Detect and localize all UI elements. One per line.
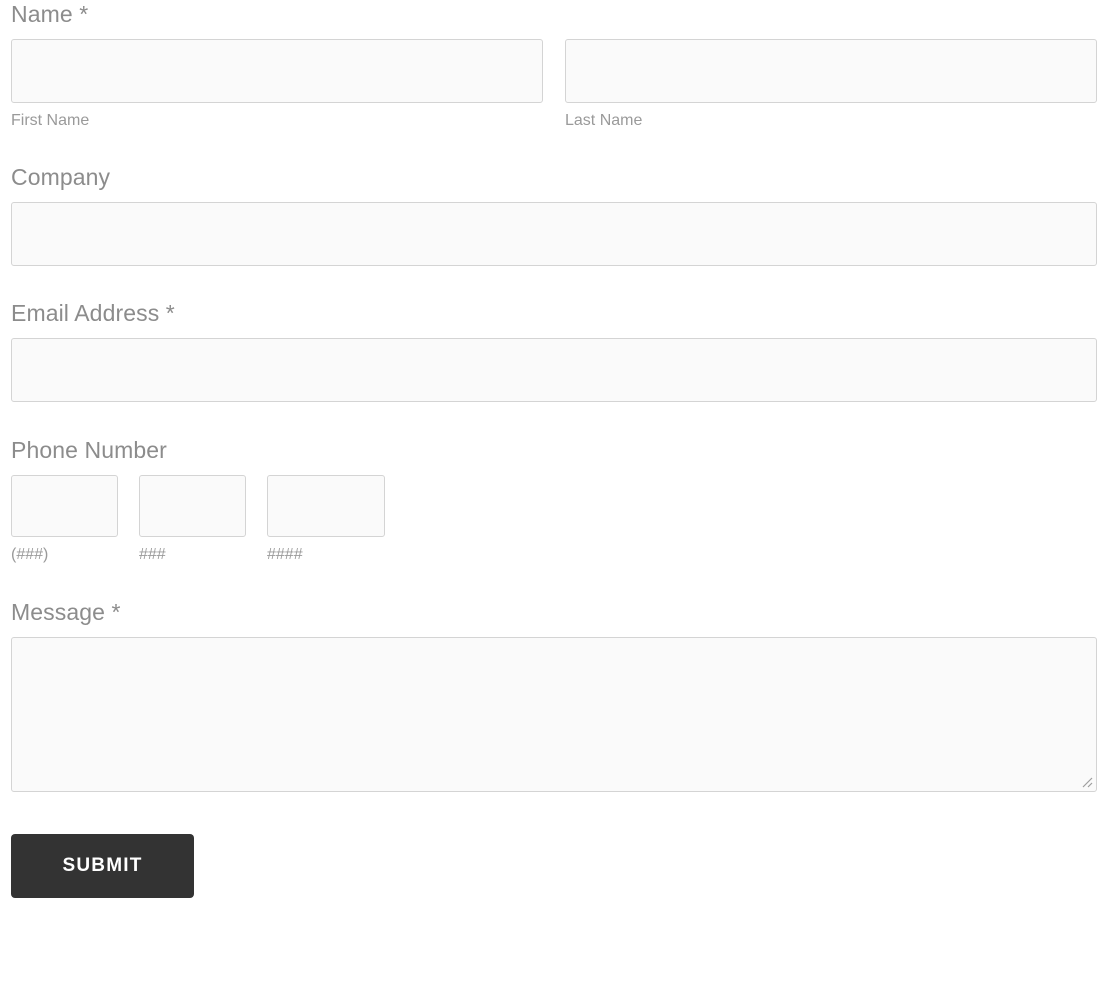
contact-form: Name * First Name Last Name Company Emai… xyxy=(0,0,1108,990)
phone-area-code-cell: (###) xyxy=(11,475,118,565)
message-textarea[interactable] xyxy=(11,637,1097,792)
email-cell xyxy=(11,338,1097,402)
phone-row: (###) ### #### xyxy=(11,475,1097,565)
name-row: First Name Last Name xyxy=(11,39,1097,131)
phone-prefix-cell: ### xyxy=(139,475,246,565)
field-group-company: Company xyxy=(11,163,1097,266)
field-group-name: Name * First Name Last Name xyxy=(11,0,1097,131)
phone-line-number-cell: #### xyxy=(267,475,385,565)
last-name-sub-label: Last Name xyxy=(565,112,643,129)
phone-line-number-sub-label: #### xyxy=(267,546,303,563)
message-textarea-wrap xyxy=(11,637,1097,792)
phone-prefix-input[interactable] xyxy=(139,475,246,537)
submit-wrap: Submit xyxy=(11,834,1097,898)
last-name-input[interactable] xyxy=(565,39,1097,103)
phone-area-code-input[interactable] xyxy=(11,475,118,537)
message-label: Message * xyxy=(11,599,121,625)
field-group-email: Email Address * xyxy=(11,299,1097,402)
company-row xyxy=(11,202,1097,266)
email-label: Email Address * xyxy=(11,300,175,326)
field-group-message: Message * xyxy=(11,598,1097,792)
field-group-phone: Phone Number (###) ### #### xyxy=(11,436,1097,565)
submit-button[interactable]: Submit xyxy=(11,834,194,898)
phone-area-code-sub-label: (###) xyxy=(11,546,49,563)
first-name-input[interactable] xyxy=(11,39,543,103)
company-input[interactable] xyxy=(11,202,1097,266)
name-label: Name * xyxy=(11,1,89,27)
first-name-cell: First Name xyxy=(11,39,543,131)
first-name-sub-label: First Name xyxy=(11,112,90,129)
phone-label: Phone Number xyxy=(11,437,167,463)
company-cell xyxy=(11,202,1097,266)
last-name-cell: Last Name xyxy=(565,39,1097,131)
company-label: Company xyxy=(11,164,111,190)
email-input[interactable] xyxy=(11,338,1097,402)
email-row xyxy=(11,338,1097,402)
phone-prefix-sub-label: ### xyxy=(139,546,166,563)
phone-line-number-input[interactable] xyxy=(267,475,385,537)
